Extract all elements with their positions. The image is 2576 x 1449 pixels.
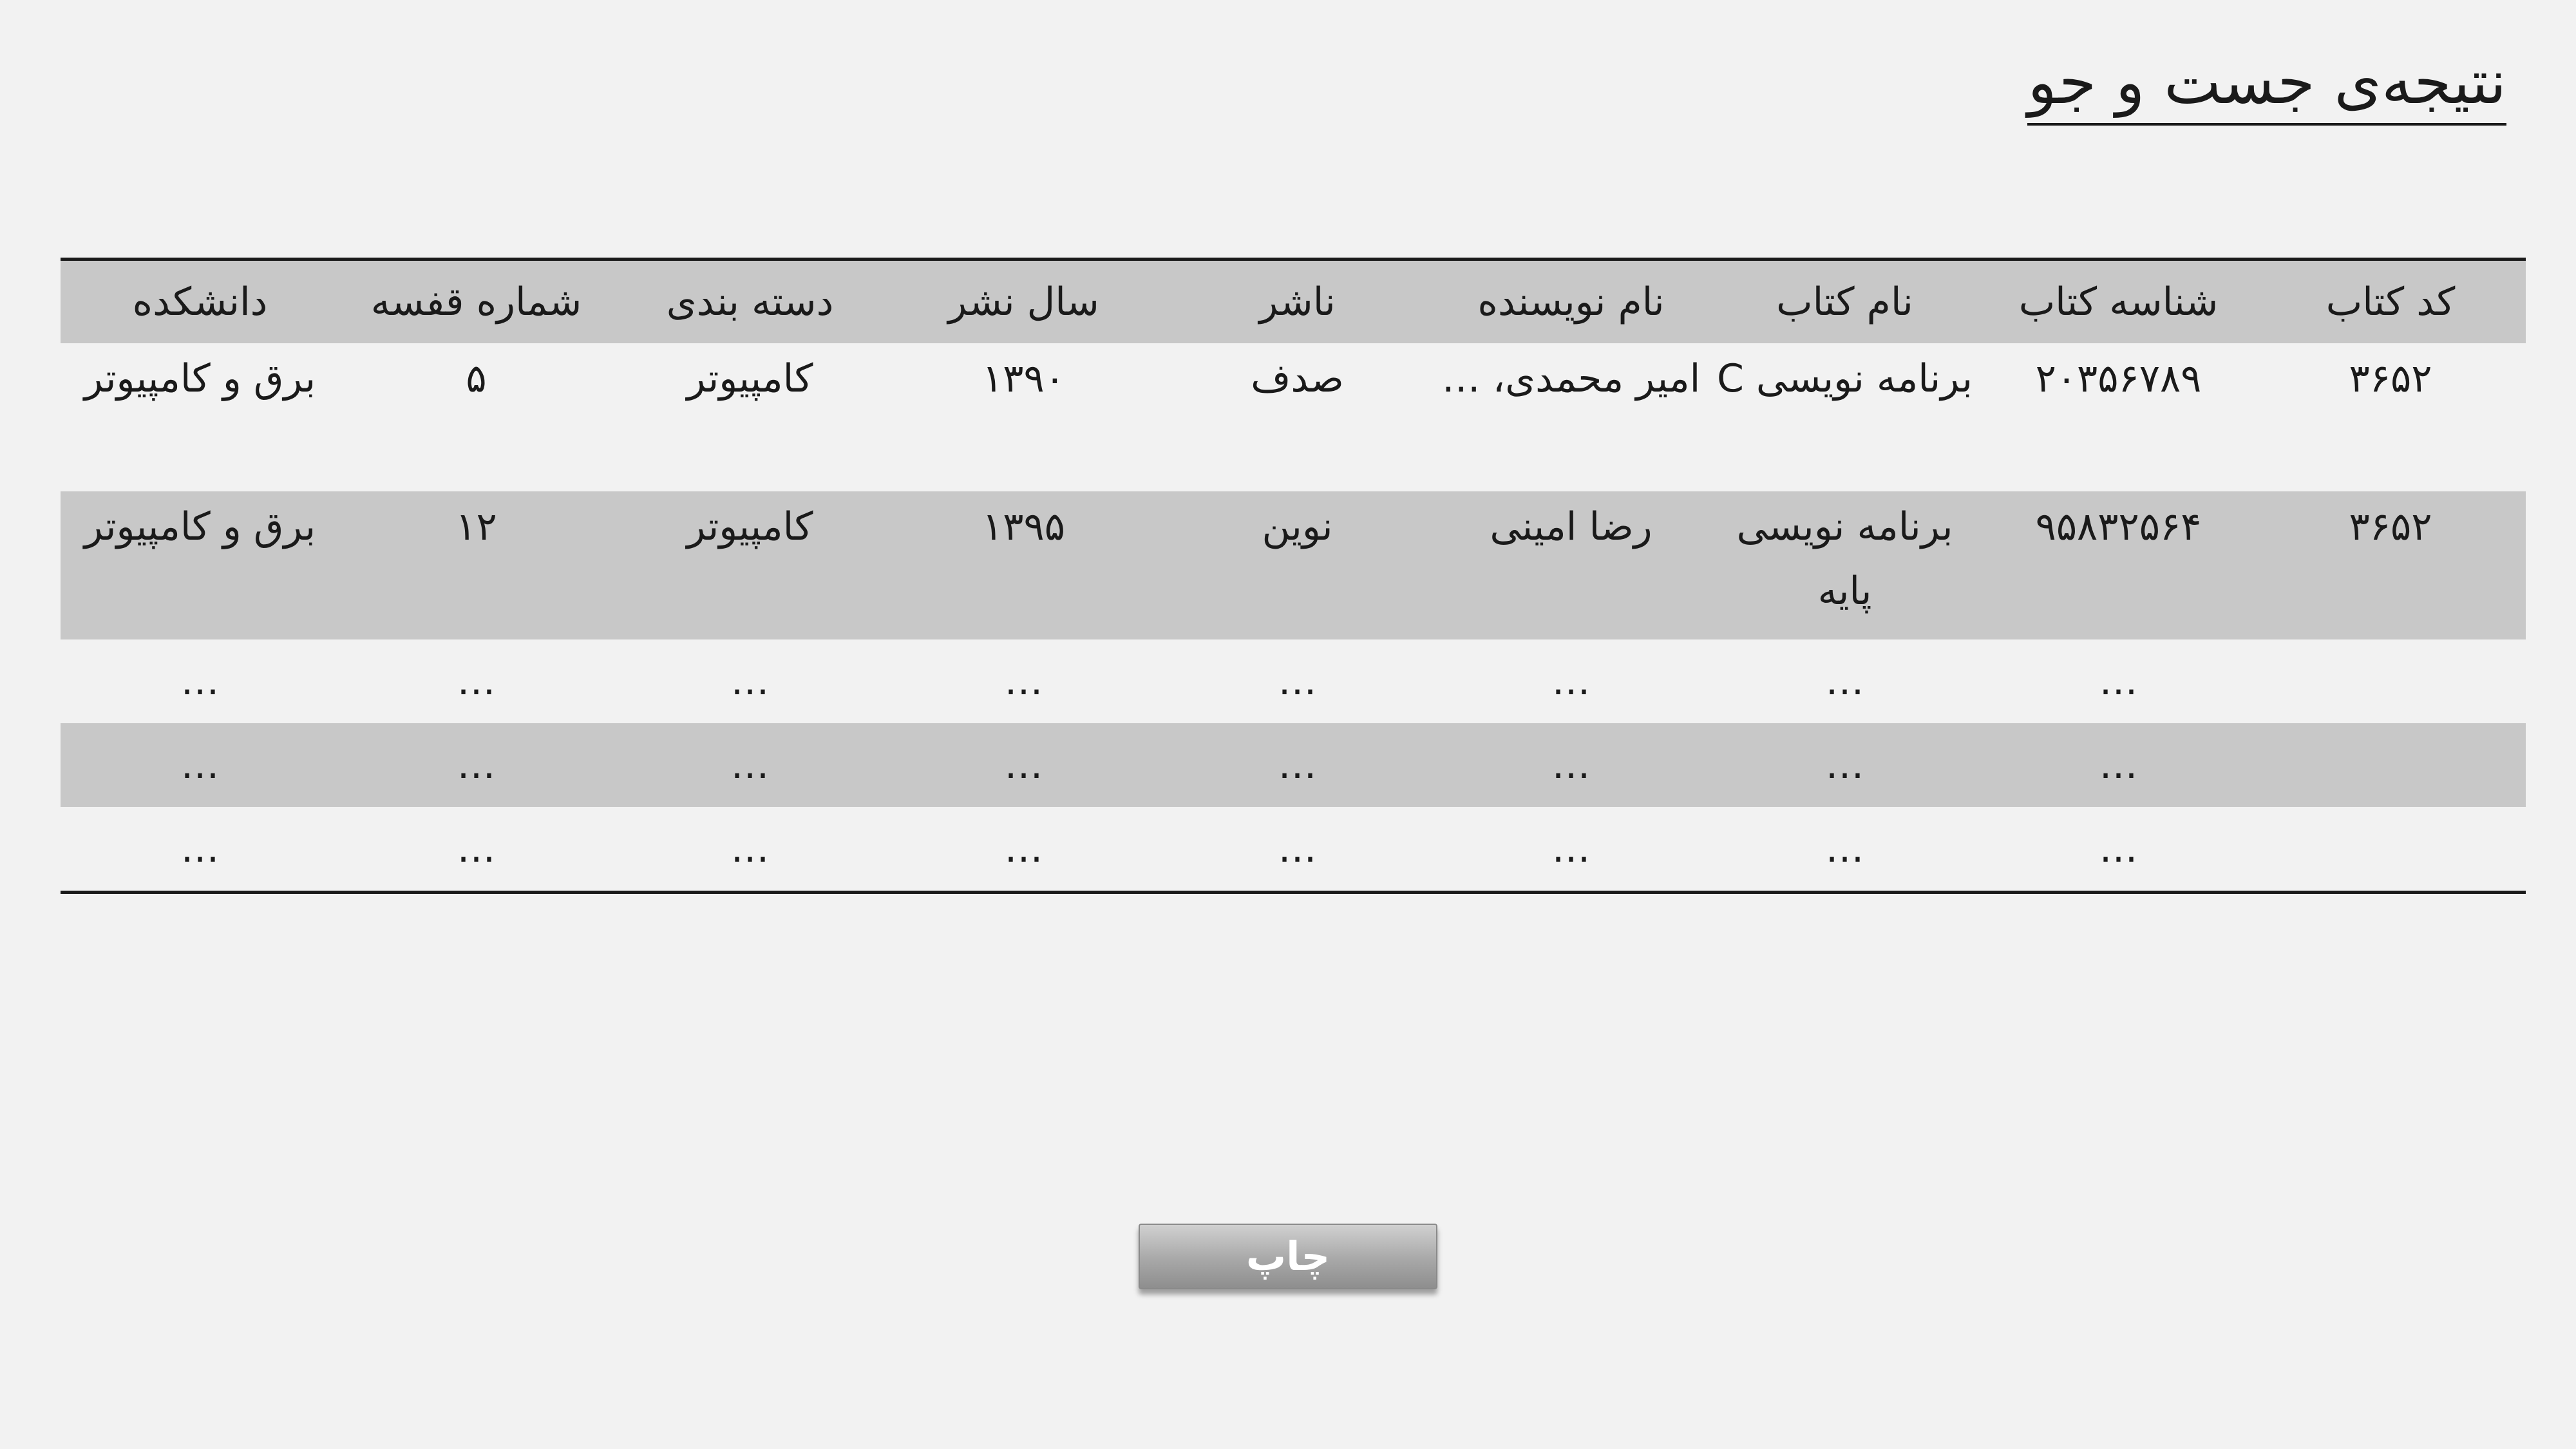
header-publish-year: سال نشر xyxy=(948,279,1099,325)
table-row[interactable]: … … … … … … … … xyxy=(61,723,2526,807)
table-row[interactable]: … … … … … … … … xyxy=(61,807,2526,893)
header-publisher: ناشر xyxy=(1259,279,1336,325)
cell-publisher: نوین xyxy=(1262,504,1333,549)
header-author-name: نام نویسنده xyxy=(1477,279,1665,325)
cell-shelf-number: … xyxy=(457,659,496,704)
cell-book-code xyxy=(2255,723,2526,807)
cell-publish-year: ۱۳۹۰ xyxy=(982,356,1065,401)
cell-category: … xyxy=(730,659,770,704)
cell-author-name: … xyxy=(1551,659,1591,704)
cell-publish-year: … xyxy=(1004,826,1043,871)
cell-publisher: صدف xyxy=(1251,356,1344,401)
header-book-id: شناسه کتاب xyxy=(2018,279,2219,325)
cell-author-name: امیر محمدی، … xyxy=(1441,356,1701,401)
cell-book-code xyxy=(2255,807,2526,893)
cell-publisher: … xyxy=(1278,743,1317,788)
cell-book-id: … xyxy=(2099,826,2138,871)
cell-shelf-number: … xyxy=(457,826,496,871)
cell-faculty: … xyxy=(180,743,220,788)
cell-book-code xyxy=(2255,639,2526,723)
cell-faculty: برق و کامپیوتر xyxy=(84,356,316,401)
cell-category: کامپیوتر xyxy=(687,504,813,549)
table-row[interactable]: ۳۶۵۲ ۲۰۳۵۶۷۸۹ برنامه نویسی C امیر محمدی،… xyxy=(61,343,2526,491)
cell-category: … xyxy=(730,743,770,788)
header-faculty: دانشکده xyxy=(132,279,268,325)
cell-faculty: … xyxy=(180,659,220,704)
cell-faculty: برق و کامپیوتر xyxy=(84,504,316,549)
table-header-row: کد کتاب شناسه کتاب نام کتاب نام نویسنده … xyxy=(61,259,2526,343)
table-row[interactable]: … … … … … … … … xyxy=(61,639,2526,723)
cell-publish-year: … xyxy=(1004,743,1043,788)
header-category: دسته بندی xyxy=(666,279,834,325)
cell-publish-year: … xyxy=(1004,659,1043,704)
cell-book-id: ۹۵۸۳۲۵۶۴ xyxy=(2035,504,2202,549)
cell-shelf-number: ۱۲ xyxy=(455,504,497,549)
cell-category: … xyxy=(730,826,770,871)
header-book-name: نام کتاب xyxy=(1776,279,1913,325)
cell-faculty: … xyxy=(180,826,220,871)
cell-publisher: … xyxy=(1278,826,1317,871)
page-title: نتیجه‌ی جست و جو xyxy=(2027,48,2506,126)
cell-author-name: … xyxy=(1551,826,1591,871)
cell-book-id: ۲۰۳۵۶۷۸۹ xyxy=(2035,356,2202,401)
cell-shelf-number: ۵ xyxy=(466,356,487,401)
cell-author-name: … xyxy=(1551,743,1591,788)
cell-book-name: … xyxy=(1825,659,1864,704)
cell-publisher: … xyxy=(1278,659,1317,704)
cell-book-code: ۳۶۵۲ xyxy=(2349,504,2432,549)
print-button[interactable]: چاپ xyxy=(1139,1224,1437,1289)
header-book-code: کد کتاب xyxy=(2325,279,2456,325)
results-table: کد کتاب شناسه کتاب نام کتاب نام نویسنده … xyxy=(61,258,2526,894)
cell-author-name: رضا امینی xyxy=(1490,504,1653,549)
cell-book-name: برنامه نویسی پایه xyxy=(1736,504,1953,614)
cell-book-name: … xyxy=(1825,743,1864,788)
cell-publish-year: ۱۳۹۵ xyxy=(982,504,1065,549)
cell-book-id: … xyxy=(2099,659,2138,704)
cell-category: کامپیوتر xyxy=(687,356,813,401)
table-row[interactable]: ۳۶۵۲ ۹۵۸۳۲۵۶۴ برنامه نویسی پایه رضا امین… xyxy=(61,491,2526,639)
cell-book-name: برنامه نویسی C xyxy=(1716,356,1973,401)
cell-shelf-number: … xyxy=(457,743,496,788)
header-shelf-number: شماره قفسه xyxy=(370,279,582,325)
cell-book-code: ۳۶۵۲ xyxy=(2349,356,2432,401)
cell-book-name: … xyxy=(1825,826,1864,871)
cell-book-id: … xyxy=(2099,743,2138,788)
